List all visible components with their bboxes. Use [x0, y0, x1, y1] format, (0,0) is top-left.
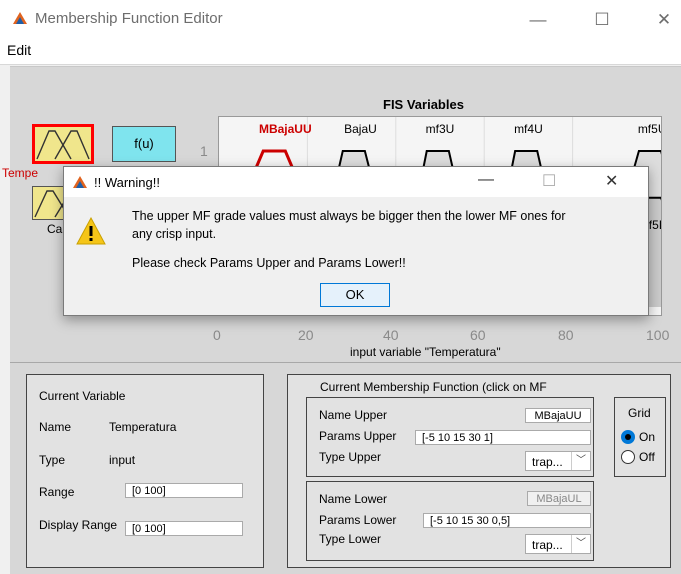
grid-heading: Grid: [628, 406, 651, 420]
minimize-button[interactable]: —: [518, 6, 558, 34]
warning-dialog: !! Warning!! — ☐ ✕ The upper MF grade va…: [63, 166, 649, 316]
dialog-title: !! Warning!!: [94, 175, 160, 190]
maximize-button[interactable]: ☐: [582, 6, 622, 34]
x-tick-20: 20: [298, 327, 314, 343]
x-tick-100: 100: [646, 327, 670, 343]
x-tick-0: 0: [213, 327, 221, 343]
membership-function-editor-window: Membership Function Editor — ☐ ✕ Edit Te…: [0, 0, 681, 574]
grid-off-radio[interactable]: [621, 450, 635, 464]
range-input[interactable]: [0 100]: [125, 483, 243, 498]
type-upper-label: Type Upper: [319, 450, 382, 464]
output-variable-label: Ca: [47, 222, 63, 236]
dialog-minimize-button[interactable]: —: [478, 171, 494, 189]
grid-on-label: On: [639, 430, 656, 444]
grid-group: Grid On Off: [614, 397, 666, 477]
display-range-label: Display Range: [39, 518, 118, 532]
ok-button[interactable]: OK: [320, 283, 390, 307]
variable-type-label: Type: [39, 453, 66, 467]
dialog-message-line1: The upper MF grade values must always be…: [132, 209, 566, 223]
type-lower-value: trap...: [532, 538, 563, 552]
current-mf-panel: Current Membership Function (click on MF…: [287, 374, 671, 568]
grid-on-radio[interactable]: [621, 430, 635, 444]
x-tick-80: 80: [558, 327, 574, 343]
name-lower-label: Name Lower: [319, 492, 388, 506]
type-upper-select[interactable]: trap... ﹀: [525, 451, 591, 471]
window-title: Membership Function Editor: [35, 10, 223, 27]
current-variable-panel: Current Variable Name Temperatura Type i…: [26, 374, 264, 568]
mf-label-mf4U: mf4U: [514, 122, 543, 136]
type-lower-select[interactable]: trap... ﹀: [525, 534, 591, 554]
dialog-maximize-button[interactable]: ☐: [542, 171, 556, 191]
grid-off-label: Off: [639, 450, 655, 464]
input-variable-label: Tempe: [2, 166, 39, 180]
mf-label-BajaU: BajaU: [344, 122, 377, 136]
name-upper-input[interactable]: MBajaUU: [525, 408, 591, 423]
variable-name-label: Name: [39, 420, 72, 434]
x-tick-40: 40: [383, 327, 399, 343]
variable-type-value: input: [109, 453, 136, 467]
close-button[interactable]: ✕: [644, 6, 681, 34]
dialog-close-button[interactable]: ✕: [605, 171, 618, 191]
input-variable-box[interactable]: [32, 124, 94, 164]
name-lower-input[interactable]: MBajaUL: [527, 491, 591, 506]
x-axis-label: input variable "Temperatura": [350, 345, 501, 359]
warning-icon: [76, 217, 106, 245]
matlab-app-icon: [13, 12, 27, 24]
dialog-message-line2: any crisp input.: [132, 227, 217, 241]
x-tick-60: 60: [470, 327, 486, 343]
type-upper-value: trap...: [532, 455, 563, 469]
current-mf-heading: Current Membership Function (click on MF: [320, 380, 547, 394]
current-variable-heading: Current Variable: [39, 389, 126, 403]
params-lower-label: Params Lower: [319, 513, 397, 527]
display-range-input[interactable]: [0 100]: [125, 521, 243, 536]
y-tick-1: 1: [200, 143, 208, 159]
params-upper-label: Params Upper: [319, 429, 397, 443]
variable-name-value: Temperatura: [109, 420, 177, 434]
chevron-down-icon: ﹀: [571, 452, 590, 470]
params-lower-input[interactable]: [-5 10 15 30 0,5]: [423, 513, 591, 528]
matlab-dialog-icon: [73, 176, 87, 188]
title-bar: Membership Function Editor — ☐ ✕: [0, 0, 681, 38]
input-mf-icon: [36, 130, 90, 160]
chevron-down-icon: ﹀: [571, 535, 590, 553]
lower-mf-group: Name Lower MBajaUL Params Lower [-5 10 1…: [306, 481, 594, 561]
type-lower-label: Type Lower: [319, 532, 382, 546]
upper-mf-group: Name Upper MBajaUU Params Upper [-5 10 1…: [306, 397, 594, 477]
plot-title: FIS Variables: [383, 97, 464, 112]
params-upper-input[interactable]: [-5 10 15 30 1]: [415, 430, 591, 445]
mf-label-MBajaUU: MBajaUU: [259, 122, 312, 136]
menu-bar: Edit: [0, 38, 681, 65]
name-upper-label: Name Upper: [319, 408, 388, 422]
menu-edit[interactable]: Edit: [7, 42, 31, 58]
range-label: Range: [39, 485, 75, 499]
dialog-message-line3: Please check Params Upper and Params Low…: [132, 256, 406, 270]
mf-label-mf5U: mf5U: [638, 122, 661, 136]
function-box[interactable]: f(u): [112, 126, 176, 162]
dialog-title-bar: !! Warning!! — ☐ ✕: [64, 167, 648, 197]
mf-label-mf3U: mf3U: [426, 122, 455, 136]
